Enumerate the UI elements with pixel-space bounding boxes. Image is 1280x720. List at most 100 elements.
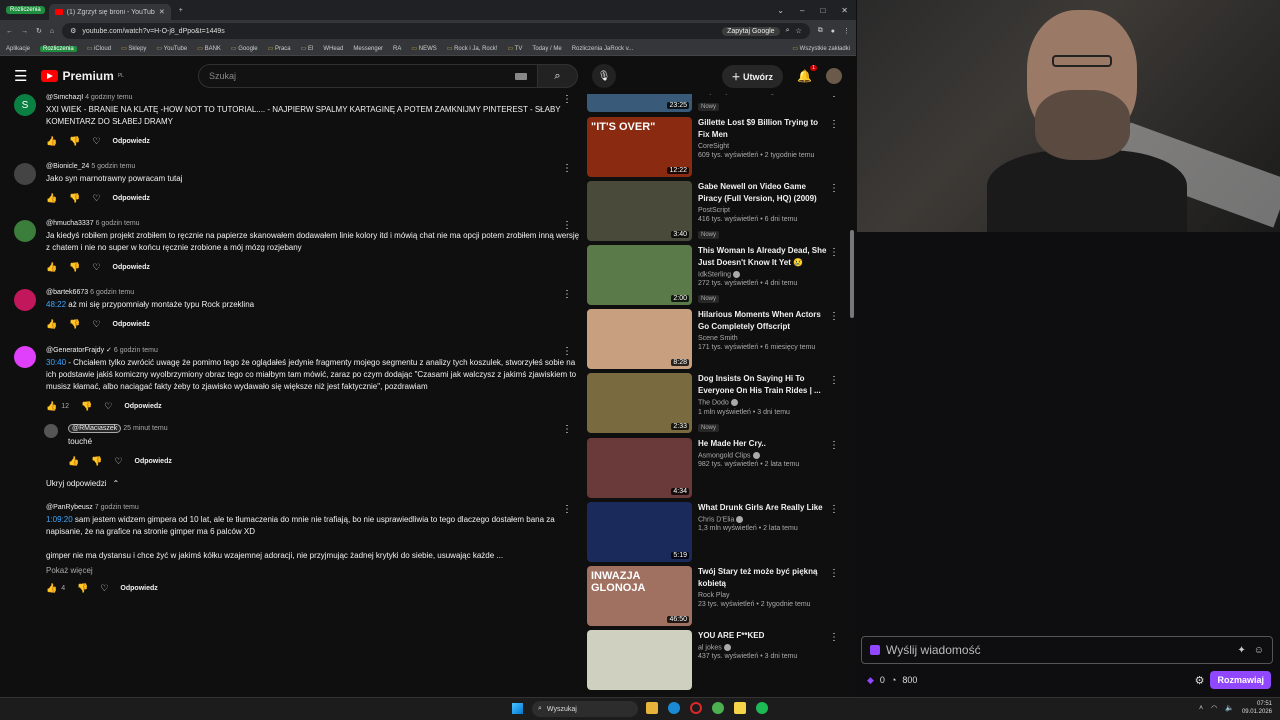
- avatar[interactable]: [14, 220, 36, 242]
- youtube-logo[interactable]: Premium PL: [41, 69, 124, 83]
- bookmark-item[interactable]: YouTube: [156, 45, 188, 52]
- account-avatar[interactable]: [826, 68, 842, 84]
- home-icon[interactable]: ⌂: [50, 28, 54, 35]
- tab-youtube[interactable]: (1) Zgrzyt się broni - YouTube ✕: [48, 4, 171, 20]
- profile-icon[interactable]: ●: [831, 28, 835, 35]
- more-options-icon[interactable]: ⋮: [562, 94, 572, 105]
- heart-icon[interactable]: ♡: [100, 583, 108, 594]
- related-video[interactable]: 4:34 He Made Her Cry.. Asmongold Clips 982 …: [587, 437, 843, 498]
- related-video[interactable]: 5:19 What Drunk Girls Are Really Like Chri…: [587, 501, 843, 562]
- emoji-icon[interactable]: ☺: [1254, 645, 1264, 656]
- video-channel[interactable]: CoreSight: [698, 143, 829, 150]
- like-icon[interactable]: 👍: [46, 262, 57, 273]
- video-thumbnail[interactable]: [587, 629, 692, 690]
- comment-time[interactable]: 5 godzin temu: [91, 163, 135, 170]
- video-thumbnail[interactable]: 23:25: [587, 94, 692, 112]
- comment-time[interactable]: 6 godzin temu: [90, 289, 134, 296]
- reply-button[interactable]: Odpowiedz: [113, 138, 150, 145]
- video-thumbnail[interactable]: 3:40: [587, 181, 692, 241]
- bookmark-item[interactable]: Rock i Ja, Rock!: [447, 45, 497, 52]
- more-options-icon[interactable]: ⋮: [562, 424, 572, 435]
- chat-message-input[interactable]: Wyślij wiadomość ✦ ☺: [861, 636, 1273, 664]
- more-options-icon[interactable]: ⋮: [829, 247, 839, 258]
- more-options-icon[interactable]: ⋮: [829, 440, 839, 451]
- bookmark-item[interactable]: Rozliczenia: [40, 45, 77, 52]
- magic-icon[interactable]: ✦: [1237, 645, 1245, 656]
- video-channel[interactable]: Scene Smith: [698, 335, 829, 342]
- comment-author[interactable]: @bartek6673: [46, 289, 88, 296]
- back-icon[interactable]: ←: [6, 28, 13, 35]
- browser-menu-icon[interactable]: ⋮: [843, 27, 850, 35]
- minimize-icon[interactable]: –: [800, 6, 804, 15]
- show-more-button[interactable]: Pokaż więcej: [46, 566, 580, 575]
- video-thumbnail[interactable]: 5:19: [587, 501, 692, 562]
- extensions-icon[interactable]: ⧉: [818, 27, 823, 35]
- like-icon[interactable]: 👍: [46, 319, 57, 330]
- bookmark-item[interactable]: RA: [393, 46, 401, 52]
- avatar[interactable]: S: [14, 94, 36, 116]
- heart-icon[interactable]: ♡: [114, 456, 122, 467]
- related-video[interactable]: 23:25 79 tys. wyświetleń • 15 godzin temu…: [587, 94, 843, 113]
- timestamp-link[interactable]: 30:40: [46, 358, 66, 367]
- more-options-icon[interactable]: ⋮: [829, 119, 839, 130]
- dislike-icon[interactable]: 👎: [69, 193, 80, 204]
- heart-icon[interactable]: ♡: [92, 319, 100, 330]
- video-title[interactable]: Gillette Lost $9 Billion Trying to Fix M…: [698, 117, 829, 141]
- video-channel[interactable]: PostScript: [698, 207, 829, 214]
- video-thumbnail[interactable]: 4:34: [587, 437, 692, 498]
- video-channel[interactable]: Chris D'Elia: [698, 515, 829, 523]
- video-title[interactable]: YOU ARE F**KED: [698, 630, 829, 642]
- heart-icon[interactable]: ♡: [92, 136, 100, 147]
- related-video[interactable]: 3:40 Gabe Newell on Video Game Piracy (Fu…: [587, 181, 843, 241]
- bookmark-item[interactable]: Google: [231, 45, 257, 52]
- related-video[interactable]: 2:00 This Woman Is Already Dead, She Just…: [587, 245, 843, 305]
- bookmark-item[interactable]: Sklepy: [121, 45, 146, 52]
- more-options-icon[interactable]: ⋮: [562, 163, 572, 174]
- comment-author[interactable]: @GeneratorFrajdy ✓: [46, 347, 112, 354]
- spotify-icon[interactable]: [756, 702, 768, 714]
- keyboard-icon[interactable]: [514, 72, 527, 80]
- maximize-icon[interactable]: □: [820, 6, 825, 15]
- avatar[interactable]: [44, 424, 58, 438]
- tab-group-label[interactable]: Rozliczenia: [6, 6, 45, 14]
- windows-start-icon[interactable]: [512, 703, 523, 714]
- avatar[interactable]: [14, 346, 36, 368]
- bookmark-item[interactable]: Messenger: [353, 46, 383, 52]
- heart-icon[interactable]: ♡: [92, 262, 100, 273]
- related-video[interactable]: "IT'S OVER" 12:22 Gillette Lost $9 Billion…: [587, 117, 843, 177]
- like-icon[interactable]: 👍: [46, 193, 57, 204]
- related-video[interactable]: 2:33 Dog Insists On Saying Hi To Everyone…: [587, 373, 843, 434]
- hide-replies-button[interactable]: Ukryj odpowiedzi ⌃: [46, 479, 580, 488]
- comment-author[interactable]: @RMaciaszek: [68, 424, 122, 433]
- video-channel[interactable]: The Dodo: [698, 399, 829, 407]
- notes-icon[interactable]: [734, 702, 746, 714]
- like-icon[interactable]: 👍: [46, 401, 57, 412]
- comment-time[interactable]: 25 minut temu: [123, 425, 167, 432]
- comment-time[interactable]: 6 godzin temu: [114, 347, 158, 354]
- heart-icon[interactable]: ♡: [104, 401, 112, 412]
- clock[interactable]: 07:51 09.01.2026: [1242, 700, 1272, 716]
- chrome-icon[interactable]: [712, 702, 724, 714]
- dislike-icon[interactable]: 👎: [69, 136, 80, 147]
- forward-icon[interactable]: →: [21, 28, 28, 35]
- avatar[interactable]: [14, 163, 36, 185]
- video-thumbnail[interactable]: 2:00: [587, 245, 692, 305]
- video-thumbnail[interactable]: INWAZJA GLONOJA 46:50: [587, 565, 692, 626]
- dislike-icon[interactable]: 👎: [77, 583, 88, 594]
- voice-search-button[interactable]: 🎙: [591, 64, 616, 88]
- reply-button[interactable]: Odpowiedz: [124, 403, 161, 410]
- comment-author[interactable]: @Bionicle_24: [46, 163, 89, 170]
- video-title[interactable]: Gabe Newell on Video Game Piracy (Full V…: [698, 181, 829, 205]
- reply-button[interactable]: Odpowiedz: [113, 264, 150, 271]
- video-title[interactable]: He Made Her Cry..: [698, 438, 829, 450]
- like-icon[interactable]: 👍: [68, 456, 79, 467]
- dislike-icon[interactable]: 👎: [91, 456, 102, 467]
- related-video[interactable]: 8:28 Hilarious Moments When Actors Go Com…: [587, 309, 843, 370]
- video-title[interactable]: What Drunk Girls Are Really Like: [698, 502, 829, 514]
- more-options-icon[interactable]: ⋮: [829, 632, 839, 643]
- bookmark-item[interactable]: El: [301, 45, 313, 52]
- comment-author[interactable]: @PanRybeusz: [46, 504, 93, 511]
- bookmark-item[interactable]: Today / Me: [532, 46, 561, 52]
- more-options-icon[interactable]: ⋮: [829, 183, 839, 194]
- reply-button[interactable]: Odpowiedz: [120, 585, 157, 592]
